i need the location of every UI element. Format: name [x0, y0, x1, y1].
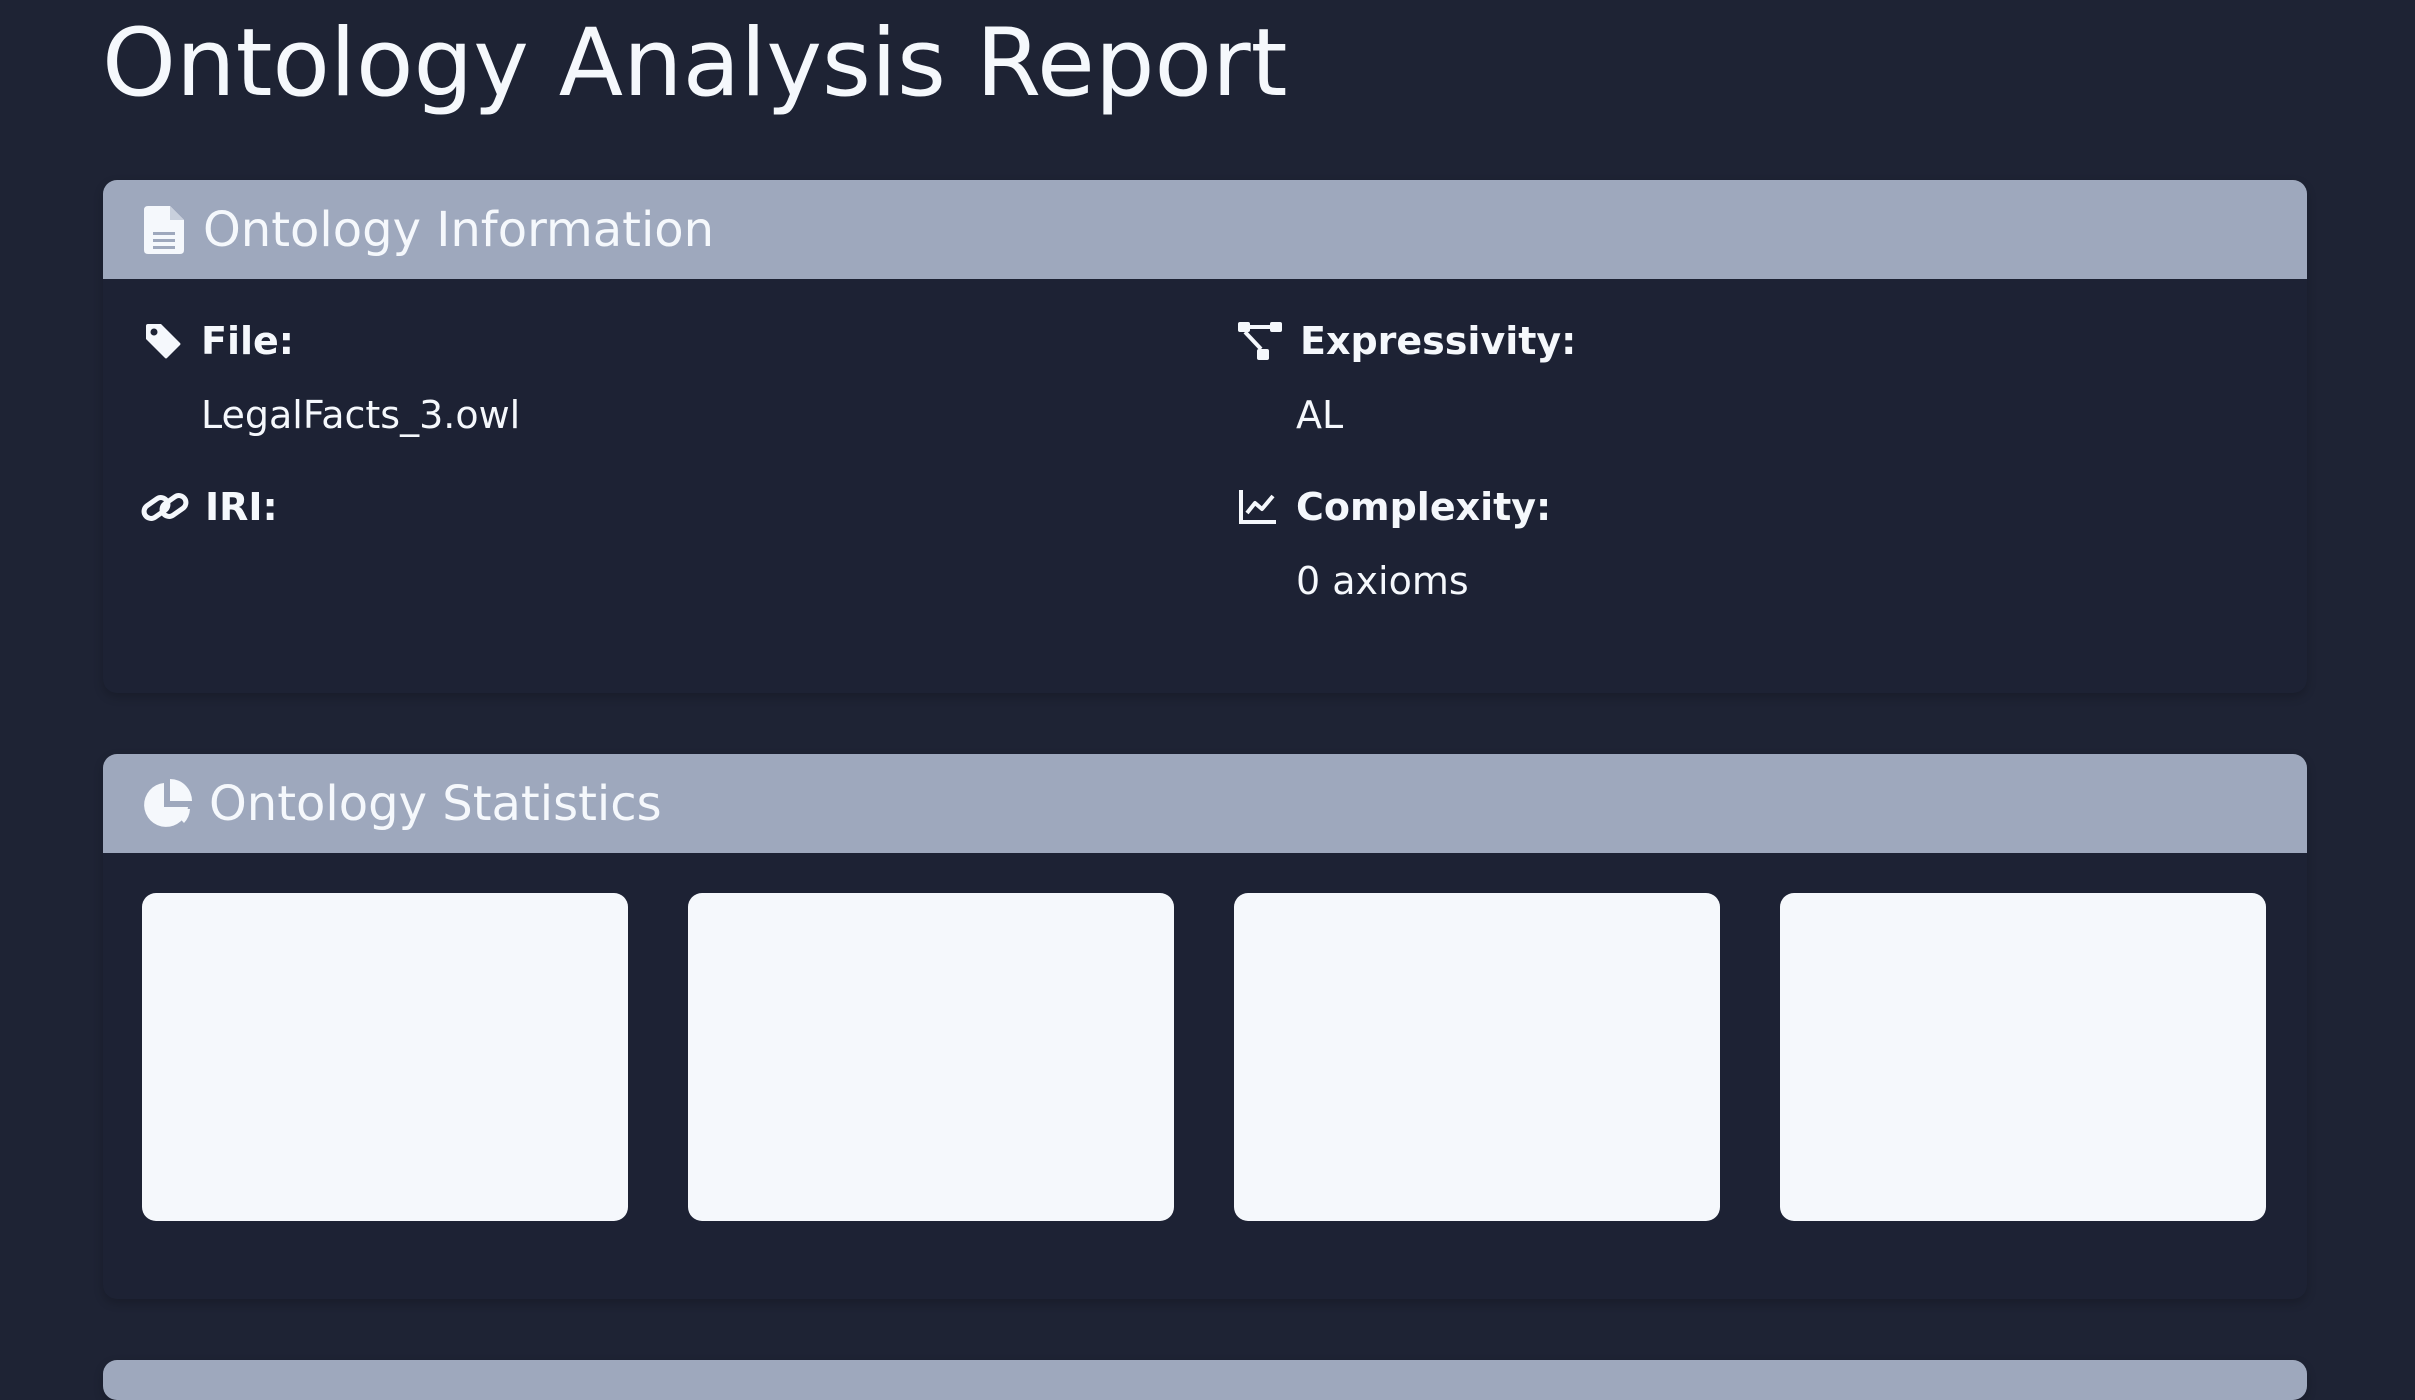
complexity-label: Complexity:	[1296, 485, 1552, 529]
expressivity-label: Expressivity:	[1300, 319, 1577, 363]
ontology-information-card: Ontology Information File: LegalFacts_3.…	[103, 180, 2307, 693]
complexity-label-row: Complexity:	[1234, 483, 2234, 531]
link-icon	[139, 483, 191, 531]
expressivity-value: AL	[1296, 393, 1344, 437]
expressivity-label-row: Expressivity:	[1234, 317, 2234, 365]
stat-card	[1234, 893, 1720, 1221]
file-label: File:	[201, 319, 294, 363]
tag-icon	[139, 317, 187, 365]
ontology-statistics-header: Ontology Statistics	[103, 754, 2307, 853]
sitemap-icon	[1234, 317, 1286, 365]
ontology-statistics-title: Ontology Statistics	[209, 775, 662, 832]
ontology-information-title: Ontology Information	[203, 201, 715, 258]
next-section-card	[103, 1360, 2307, 1400]
file-item: File: LegalFacts_3.owl	[139, 317, 1139, 439]
next-section-header	[103, 1360, 2307, 1400]
iri-label: IRI:	[205, 485, 278, 529]
chart-line-icon	[1234, 483, 1282, 531]
iri-value	[201, 557, 1139, 605]
page-title: Ontology Analysis Report	[102, 9, 1288, 118]
expressivity-item: Expressivity: AL	[1234, 317, 2234, 439]
file-value: LegalFacts_3.owl	[201, 393, 521, 437]
ontology-information-header: Ontology Information	[103, 180, 2307, 279]
iri-item: IRI:	[139, 483, 1139, 605]
stat-card	[1780, 893, 2266, 1221]
pie-chart-icon	[139, 776, 195, 832]
stat-card	[688, 893, 1174, 1221]
complexity-value: 0 axioms	[1296, 559, 1469, 603]
file-document-icon	[139, 205, 189, 255]
complexity-item: Complexity: 0 axioms	[1234, 483, 2234, 605]
ontology-statistics-card: Ontology Statistics	[103, 754, 2307, 1299]
iri-label-row: IRI:	[139, 483, 1139, 531]
stat-card	[142, 893, 628, 1221]
file-label-row: File:	[139, 317, 1139, 365]
